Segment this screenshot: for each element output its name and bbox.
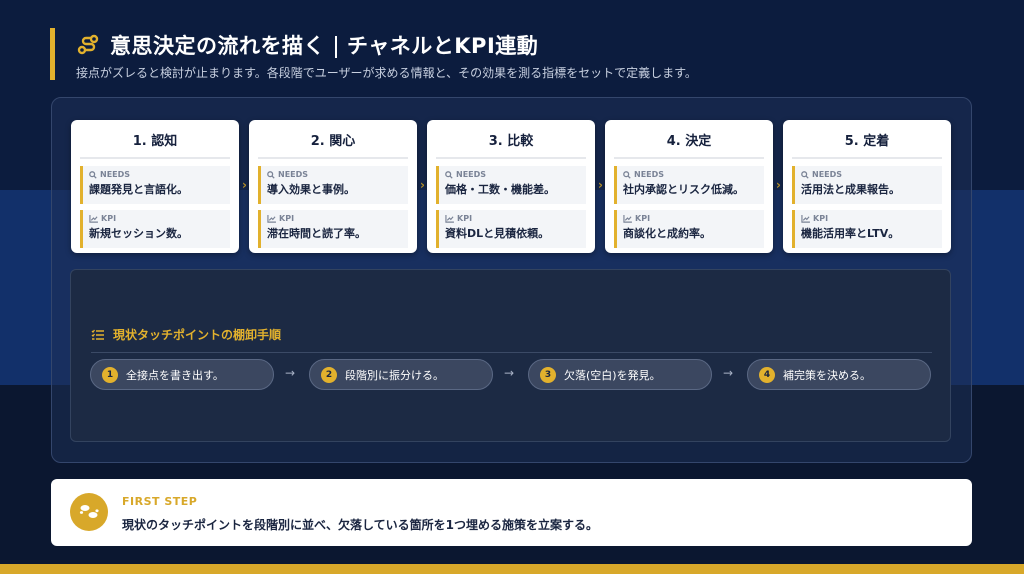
needs-label: NEEDS xyxy=(278,170,309,179)
kpi-box: KPI 資料DLと見積依頼。 xyxy=(436,210,586,248)
kpi-box: KPI 商談化と成約率。 xyxy=(614,210,764,248)
stage-card-decision: 4. 決定 NEEDS 社内承認とリスク低減。 KPI 商談化と成約率。 xyxy=(605,120,773,253)
step-text: 補完策を決める。 xyxy=(783,368,871,382)
footprints-icon xyxy=(70,493,108,531)
step-number-badge: 2 xyxy=(321,366,337,383)
needs-box: NEEDS 活用法と成果報告。 xyxy=(792,166,942,204)
kpi-box: KPI 機能活用率とLTV。 xyxy=(792,210,942,248)
search-icon xyxy=(89,170,97,179)
chart-line-icon xyxy=(89,214,98,223)
chart-line-icon xyxy=(445,214,454,223)
kpi-label: KPI xyxy=(635,214,651,223)
inventory-step: 3 欠落(空白)を発見。 xyxy=(528,359,712,390)
kpi-box: KPI 滞在時間と読了率。 xyxy=(258,210,408,248)
needs-box: NEEDS 導入効果と事例。 xyxy=(258,166,408,204)
search-icon xyxy=(445,170,453,179)
stage-title: 3. 比較 xyxy=(436,130,586,159)
page-title-row: 意思決定の流れを描く チャネルとKPI連動 xyxy=(76,30,538,60)
needs-label: NEEDS xyxy=(812,170,843,179)
chart-line-icon xyxy=(801,214,810,223)
first-step-text: 現状のタッチポイントを段階別に並べ、欠落している箇所を1つ埋める施策を立案する。 xyxy=(122,518,598,532)
arrow-right-icon: → xyxy=(504,366,515,380)
kpi-text: 滞在時間と読了率。 xyxy=(267,227,366,240)
step-number-badge: 1 xyxy=(102,366,118,383)
stage-title: 4. 決定 xyxy=(614,130,764,159)
stage-title: 1. 認知 xyxy=(80,130,230,159)
title-accent-bar xyxy=(50,28,55,80)
route-icon xyxy=(76,33,100,57)
needs-box: NEEDS 価格・工数・機能差。 xyxy=(436,166,586,204)
page-title-sub: チャネルとKPI連動 xyxy=(347,34,539,58)
stage-card-comparison: 3. 比較 NEEDS 価格・工数・機能差。 KPI 資料DLと見積依頼。 xyxy=(427,120,595,253)
kpi-text: 資料DLと見積依頼。 xyxy=(445,227,550,240)
inventory-step: 1 全接点を書き出す。 xyxy=(90,359,274,390)
kpi-text: 新規セッション数。 xyxy=(89,227,188,240)
needs-text: 課題発見と言語化。 xyxy=(89,183,188,196)
kpi-label: KPI xyxy=(813,214,829,223)
search-icon xyxy=(801,170,809,179)
kpi-label: KPI xyxy=(101,214,117,223)
kpi-label: KPI xyxy=(457,214,473,223)
inventory-title: 現状タッチポイントの棚卸手順 xyxy=(113,328,282,342)
kpi-label: KPI xyxy=(279,214,295,223)
stage-card-interest: 2. 関心 NEEDS 導入効果と事例。 KPI 滞在時間と読了率。 xyxy=(249,120,417,253)
needs-text: 導入効果と事例。 xyxy=(267,183,355,196)
step-number-badge: 3 xyxy=(540,366,556,383)
page-subtitle: 接点がズレると検討が止まります。各段階でユーザーが求める情報と、その効果を測る指… xyxy=(76,66,697,80)
checklist-icon xyxy=(91,329,104,340)
step-number-badge: 4 xyxy=(759,366,775,383)
step-text: 欠落(空白)を発見。 xyxy=(564,368,661,382)
bottom-accent-bar xyxy=(0,564,1024,574)
inventory-header: 現状タッチポイントの棚卸手順 xyxy=(91,326,932,353)
kpi-text: 商談化と成約率。 xyxy=(623,227,711,240)
step-text: 全接点を書き出す。 xyxy=(126,368,224,382)
needs-label: NEEDS xyxy=(100,170,131,179)
stage-title: 2. 関心 xyxy=(258,130,408,159)
inventory-step: 4 補完策を決める。 xyxy=(747,359,931,390)
search-icon xyxy=(623,170,631,179)
title-separator xyxy=(335,36,337,58)
arrow-right-icon: → xyxy=(723,366,734,380)
first-step-card: FIRST STEP 現状のタッチポイントを段階別に並べ、欠落している箇所を1つ… xyxy=(51,479,972,546)
first-step-label: FIRST STEP xyxy=(122,495,198,508)
kpi-box: KPI 新規セッション数。 xyxy=(80,210,230,248)
stage-card-awareness: 1. 認知 NEEDS 課題発見と言語化。 KPI 新規セッション数。 xyxy=(71,120,239,253)
search-icon xyxy=(267,170,275,179)
needs-text: 活用法と成果報告。 xyxy=(801,183,900,196)
chart-line-icon xyxy=(267,214,276,223)
inventory-step: 2 段階別に振分ける。 xyxy=(309,359,493,390)
page-title: 意思決定の流れを描く チャネルとKPI連動 xyxy=(110,30,538,60)
chart-line-icon xyxy=(623,214,632,223)
kpi-text: 機能活用率とLTV。 xyxy=(801,227,900,240)
needs-label: NEEDS xyxy=(634,170,665,179)
needs-label: NEEDS xyxy=(456,170,487,179)
step-text: 段階別に振分ける。 xyxy=(345,368,444,382)
needs-text: 社内承認とリスク低減。 xyxy=(623,183,744,196)
arrow-right-icon: → xyxy=(285,366,296,380)
needs-text: 価格・工数・機能差。 xyxy=(445,183,555,196)
page-title-main: 意思決定の流れを描く xyxy=(110,34,325,58)
stage-title: 5. 定着 xyxy=(792,130,942,159)
needs-box: NEEDS 社内承認とリスク低減。 xyxy=(614,166,764,204)
inventory-section: 現状タッチポイントの棚卸手順 1 全接点を書き出す。 → 2 段階別に振分ける。… xyxy=(70,269,951,442)
needs-box: NEEDS 課題発見と言語化。 xyxy=(80,166,230,204)
stage-card-retention: 5. 定着 NEEDS 活用法と成果報告。 KPI 機能活用率とLTV。 xyxy=(783,120,951,253)
